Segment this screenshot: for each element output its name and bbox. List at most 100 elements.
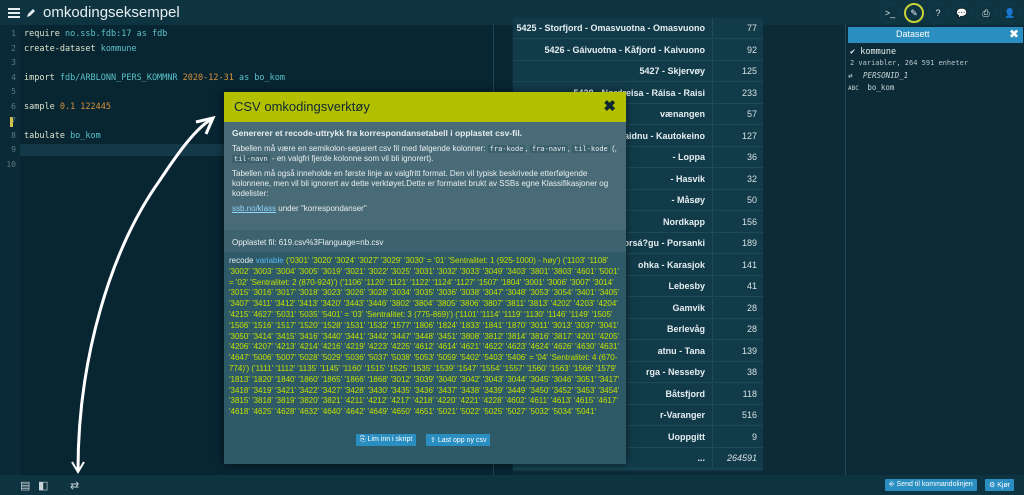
close-icon[interactable]: ✖: [603, 97, 616, 115]
app-title-text: omkodingseksempel: [43, 4, 180, 21]
button-label: Kjør: [997, 482, 1011, 489]
line-number: 5: [11, 87, 16, 96]
chat-icon[interactable]: 💬: [952, 3, 972, 23]
code-line[interactable]: create-dataset kommune: [24, 44, 137, 54]
button-label: Last opp ny csv: [437, 437, 487, 444]
row-count: 92: [712, 39, 763, 61]
bottom-bar: ▤ ◧ ⇄ ⎆ Send til kommandolinjen ⚙ Kjør: [0, 475, 1024, 495]
code-line[interactable]: tabulate bo_kom: [24, 131, 101, 141]
close-icon[interactable]: ✖: [1009, 27, 1019, 41]
code-token: sample: [24, 101, 60, 112]
row-label: vænangen: [659, 109, 705, 119]
code-line[interactable]: import fdb/ARBLONN_PERS_KOMMNR 2020-12-3…: [24, 73, 285, 83]
layout-split-icon[interactable]: ▤: [20, 479, 30, 492]
run-button[interactable]: ⚙ Kjør: [985, 479, 1015, 491]
app-title: omkodingseksempel: [7, 4, 180, 21]
row-count: 118: [712, 383, 763, 405]
row-count: 57: [712, 104, 763, 125]
row-label: atnu - Tana: [657, 345, 705, 356]
button-label: Send til kommandolinjen: [896, 481, 973, 488]
print-icon[interactable]: ⎙: [976, 3, 996, 23]
code-token: bo_kom: [70, 130, 101, 141]
help-icon[interactable]: ?: [928, 3, 948, 23]
line-number: 7: [11, 116, 16, 125]
link-suffix: under "korrespondanser": [276, 204, 367, 213]
row-count: 50: [712, 190, 763, 211]
intro-text: - en valgfri fjerde kolonne som vil bli …: [271, 154, 434, 163]
row-count: 28: [712, 319, 763, 340]
code-line[interactable]: require no.ssb.fdb:17 as fdb: [24, 29, 167, 39]
recode-keyword: recode: [229, 256, 256, 265]
edit-icon[interactable]: ✎: [904, 3, 924, 23]
row-label: Uoppgitt: [668, 431, 705, 442]
dialog-intro: Genererer et recode-uttrykk fra korrespo…: [224, 122, 626, 230]
paste-into-script-button[interactable]: ⎘ Lim inn i skript: [356, 434, 417, 446]
klass-link[interactable]: ssb.no/klass: [232, 204, 276, 213]
row-count: 9: [712, 426, 763, 448]
code-token: as bo_kom: [238, 72, 286, 83]
row-count: 156: [712, 211, 763, 233]
row-count: 141: [712, 254, 763, 276]
csv-recode-dialog: CSV omkodingsverktøy ✖ Genererer et reco…: [224, 92, 626, 464]
code-token: 2020-12-31: [182, 72, 239, 83]
code-label: fra-kode: [487, 145, 526, 153]
row-count: 264591: [712, 448, 763, 469]
recode-output[interactable]: recode variable ('0301' '3020' '3024' '3…: [224, 252, 626, 422]
code-line[interactable]: sample 0.1 122445: [24, 102, 111, 112]
dataset-panel: Datasett ✖ ✔ kommune 2 variabler, 264 59…: [845, 25, 1024, 475]
code-token: tabulate: [24, 130, 71, 141]
button-label: Lim inn i skript: [367, 436, 413, 443]
swap-icon[interactable]: ⇄: [70, 479, 79, 492]
layout-panel-icon[interactable]: ◧: [38, 479, 48, 492]
row-count: 32: [712, 168, 763, 190]
toolbar: >_ ✎ ? 💬 ⎙ 👤: [880, 3, 1020, 23]
intro-link-line: ssb.no/klass under "korrespondanser": [232, 204, 618, 214]
dataset-info: 2 variabler, 264 591 enheter: [850, 59, 969, 67]
row-label: r-Varanger: [659, 410, 705, 420]
line-number: 2: [11, 43, 16, 53]
table-row: 5425 - Storfjord - Omasvuotna - Omasvuon…: [513, 18, 763, 39]
row-label: Lebesby: [668, 281, 705, 291]
var-name: bo_kom: [867, 83, 895, 92]
table-row: 5427 - Skjervøy 125: [513, 61, 763, 82]
row-count: 139: [712, 340, 763, 362]
var-row[interactable]: ABC bo_kom: [848, 83, 1023, 95]
code-token: no.ssb.fdb:17 as fdb: [64, 29, 168, 39]
code-token: import: [24, 72, 60, 83]
dialog-title: CSV omkodingsverktøy: [234, 99, 370, 114]
var-name: PERSONID_1: [863, 71, 909, 80]
var-row[interactable]: ⇄ PERSONID_1: [848, 71, 1023, 83]
code-token: create-dataset: [24, 43, 101, 54]
row-count: 233: [712, 82, 763, 104]
row-count: 28: [712, 297, 763, 319]
dataset-name[interactable]: ✔ kommune: [850, 47, 896, 57]
code-label: til-navn: [232, 155, 270, 163]
bars-icon[interactable]: [7, 6, 21, 20]
row-count: 38: [712, 362, 763, 383]
send-to-command-line-button[interactable]: ⎆ Send til kommandolinjen: [885, 479, 977, 491]
row-label: 5426 - Gáivuotna - Kåfjord - Kaivuono: [544, 44, 705, 55]
code-token: kommune: [100, 43, 137, 54]
intro-lead: Genererer et recode-uttrykk fra korrespo…: [232, 128, 523, 138]
row-label: 5427 - Skjervøy: [639, 66, 705, 76]
row-count: 36: [712, 147, 763, 168]
line-number: 10: [6, 159, 16, 169]
code-label: til-kode: [572, 145, 610, 153]
line-number: 9: [11, 145, 16, 154]
row-count: 516: [712, 405, 763, 426]
intro-text: Tabellen må være en semikolon-separert c…: [232, 144, 486, 153]
row-label: Nordkapp: [662, 216, 705, 227]
upload-csv-button[interactable]: ⇪ Last opp ny csv: [426, 434, 491, 446]
dialog-header: CSV omkodingsverktøy ✖: [224, 92, 626, 122]
table-row: 5426 - Gáivuotna - Kåfjord - Kaivuono 92: [513, 39, 763, 61]
line-number: 8: [11, 130, 16, 140]
console-icon[interactable]: >_: [880, 3, 900, 23]
text-type-icon: ABC: [848, 85, 859, 92]
line-number: 6: [11, 101, 16, 111]
row-label: aidnu - Kautokeino: [624, 130, 705, 141]
row-label: - Loppa: [672, 152, 706, 162]
code-label: fra-navn: [529, 145, 568, 153]
user-icon[interactable]: 👤: [1000, 3, 1020, 23]
row-count: 189: [712, 233, 763, 254]
uploaded-file: Opplastet fil: 619.csv%3Flanguage=nb.csv: [224, 230, 626, 252]
